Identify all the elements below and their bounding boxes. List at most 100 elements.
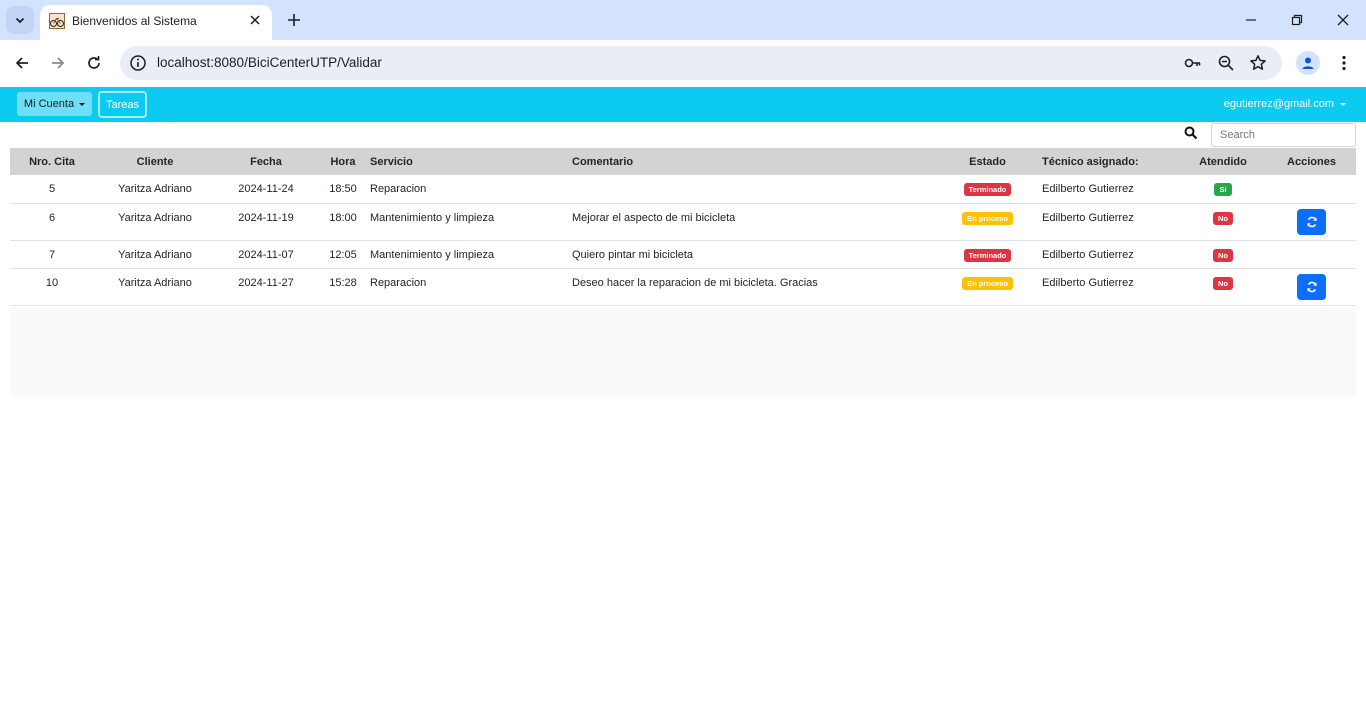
cell-cliente: Yaritza Adriano (94, 240, 216, 269)
reload-button[interactable] (81, 50, 107, 76)
close-icon (250, 15, 260, 25)
cell-atendido: No (1179, 203, 1267, 241)
url-text[interactable]: localhost:8080/BiciCenterUTP/Validar (157, 55, 382, 70)
header-estado[interactable]: Estado (941, 148, 1034, 175)
person-icon (1302, 57, 1314, 69)
arrow-right-icon (52, 57, 65, 69)
search-icon (1184, 126, 1198, 140)
header-tecnico[interactable]: Técnico asignado: (1034, 148, 1179, 175)
cell-nro: 6 (10, 203, 94, 241)
cell-servicio: Reparacion (370, 175, 572, 204)
cell-hora: 18:50 (316, 175, 370, 204)
cell-fecha: 2024-11-19 (216, 203, 316, 241)
info-icon[interactable] (129, 54, 147, 72)
appointments-table-container: Nro. Cita Cliente Fecha Hora Servicio Co… (10, 148, 1356, 306)
close-icon (1337, 14, 1349, 26)
attended-badge: Si (1214, 183, 1232, 196)
browser-toolbar: localhost:8080/BiciCenterUTP/Validar (0, 40, 1366, 87)
restore-button[interactable] (1285, 8, 1309, 32)
table-header-row: Nro. Cita Cliente Fecha Hora Servicio Co… (10, 148, 1356, 175)
attended-badge: No (1213, 276, 1233, 290)
tasks-button[interactable]: Tareas (98, 91, 147, 118)
cell-fecha: 2024-11-24 (216, 175, 316, 204)
caret-down-icon (1340, 102, 1346, 106)
cell-estado: Terminado (941, 240, 1034, 269)
status-badge: Terminado (963, 183, 1012, 196)
header-atendido[interactable]: Atendido (1179, 148, 1267, 175)
header-acciones[interactable]: Acciones (1267, 148, 1356, 175)
refresh-button[interactable] (1297, 208, 1326, 235)
password-key-icon[interactable] (1183, 53, 1203, 73)
account-dropdown-button[interactable]: Mi Cuenta (17, 92, 92, 116)
forward-button[interactable] (45, 50, 71, 76)
tab-search-button[interactable] (6, 6, 34, 34)
cell-fecha: 2024-11-07 (216, 240, 316, 269)
chevron-down-icon (15, 17, 25, 24)
attended-badge: No (1213, 248, 1233, 262)
user-dropdown[interactable]: egutierrez@gmail.com (1224, 98, 1346, 110)
bookmark-star-icon[interactable] (1248, 53, 1268, 73)
plus-icon (288, 14, 300, 26)
zoom-icon[interactable] (1216, 53, 1236, 73)
tab-title: Bienvenidos al Sistema (72, 14, 197, 28)
browser-tab[interactable]: Bienvenidos al Sistema (40, 5, 272, 40)
header-comentario[interactable]: Comentario (572, 148, 941, 175)
table-row: 6 Yaritza Adriano 2024-11-19 18:00 Mante… (10, 203, 1356, 241)
status-badge: En proceso (962, 276, 1013, 290)
cell-cliente: Yaritza Adriano (94, 175, 216, 204)
header-fecha[interactable]: Fecha (216, 148, 316, 175)
cell-comentario (572, 175, 941, 204)
cell-comentario: Mejorar el aspecto de mi bicicleta (572, 203, 941, 241)
cell-hora: 18:00 (316, 203, 370, 241)
header-servicio[interactable]: Servicio (370, 148, 572, 175)
cell-acciones (1267, 240, 1356, 269)
appointments-table: Nro. Cita Cliente Fecha Hora Servicio Co… (10, 148, 1356, 306)
back-button[interactable] (9, 50, 35, 76)
browser-tab-bar: Bienvenidos al Sistema (0, 0, 1366, 40)
arrow-left-icon (15, 57, 28, 69)
cell-atendido: No (1179, 268, 1267, 306)
caret-down-icon (79, 102, 86, 106)
header-nro-cita[interactable]: Nro. Cita (10, 148, 94, 175)
search-input[interactable] (1211, 123, 1356, 147)
status-badge: En proceso (962, 211, 1013, 225)
cell-servicio: Mantenimiento y limpieza (370, 240, 572, 269)
cell-cliente: Yaritza Adriano (94, 203, 216, 241)
cell-nro: 10 (10, 268, 94, 306)
table-row: 7 Yaritza Adriano 2024-11-07 12:05 Mante… (10, 240, 1356, 269)
cell-tecnico: Edilberto Gutierrez (1034, 203, 1179, 241)
minimize-button[interactable] (1239, 8, 1263, 32)
refresh-button[interactable] (1297, 273, 1326, 300)
cell-tecnico: Edilberto Gutierrez (1034, 240, 1179, 269)
header-hora[interactable]: Hora (316, 148, 370, 175)
cell-estado: En proceso (941, 203, 1034, 241)
cell-servicio: Reparacion (370, 268, 572, 306)
empty-content-area (10, 307, 1356, 396)
close-window-button[interactable] (1331, 8, 1355, 32)
refresh-icon (1306, 216, 1317, 227)
cell-tecnico: Edilberto Gutierrez (1034, 268, 1179, 306)
cell-estado: En proceso (941, 268, 1034, 306)
tab-close-button[interactable] (246, 11, 264, 29)
bicycle-favicon-icon (49, 13, 65, 29)
cell-servicio: Mantenimiento y limpieza (370, 203, 572, 241)
more-vertical-icon (1342, 55, 1346, 71)
cell-tecnico: Edilberto Gutierrez (1034, 175, 1179, 204)
cell-acciones (1267, 203, 1356, 241)
profile-avatar[interactable] (1296, 51, 1320, 75)
tasks-label: Tareas (105, 98, 140, 111)
minimize-icon (1246, 19, 1256, 21)
new-tab-button[interactable] (282, 8, 306, 32)
restore-icon (1291, 14, 1303, 26)
cell-fecha: 2024-11-27 (216, 268, 316, 306)
cell-nro: 5 (10, 175, 94, 204)
reload-icon (88, 56, 100, 69)
cell-atendido: No (1179, 240, 1267, 269)
browser-menu-button[interactable] (1334, 51, 1354, 75)
table-row: 10 Yaritza Adriano 2024-11-27 15:28 Repa… (10, 268, 1356, 306)
header-cliente[interactable]: Cliente (94, 148, 216, 175)
refresh-icon (1306, 281, 1317, 292)
address-bar[interactable]: localhost:8080/BiciCenterUTP/Validar (120, 46, 1282, 80)
cell-atendido: Si (1179, 175, 1267, 204)
cell-comentario: Deseo hacer la reparacion de mi biciclet… (572, 268, 941, 306)
